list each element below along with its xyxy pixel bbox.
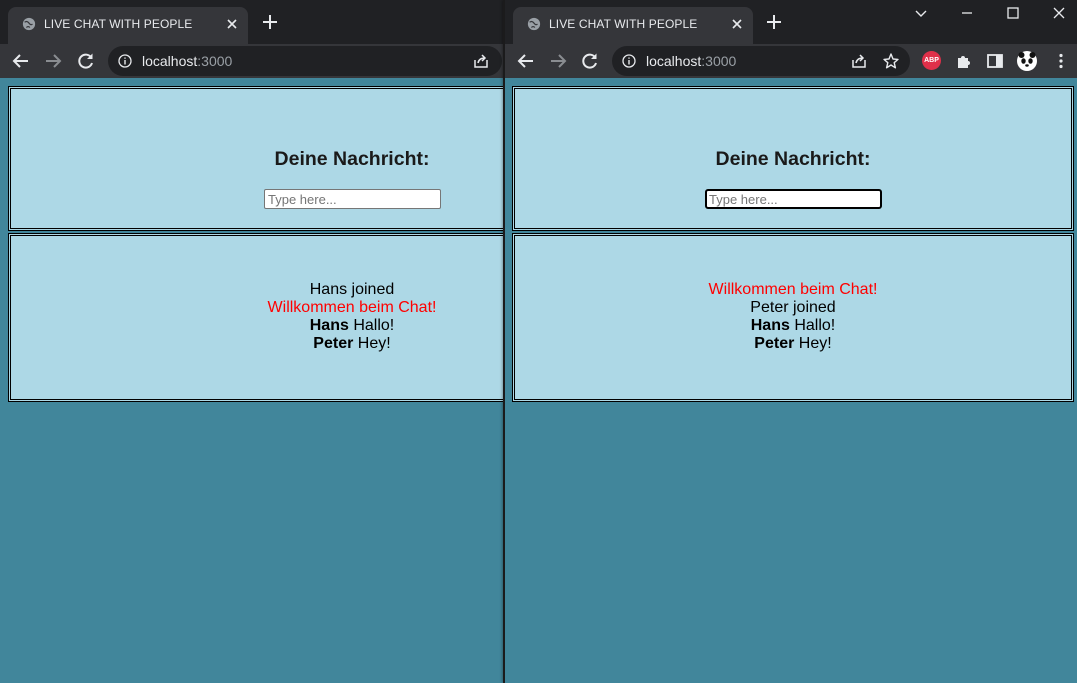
info-icon[interactable] [118, 54, 132, 68]
tab-strip: LIVE CHAT WITH PEOPLE [0, 0, 504, 44]
address-bar[interactable]: localhost:3000 [612, 46, 910, 76]
close-tab-icon[interactable] [224, 16, 240, 32]
new-tab-icon[interactable] [765, 13, 783, 31]
chat-message: Willkommen beim Chat! [643, 281, 943, 299]
chat-message: Peter Hey! [643, 335, 943, 353]
back-icon[interactable] [11, 51, 31, 71]
menu-more-icon[interactable] [1051, 51, 1071, 71]
globe-icon [22, 17, 36, 31]
message-text: Hallo! [794, 317, 836, 334]
chat-message: Hans joined [202, 281, 502, 299]
message-input[interactable] [264, 189, 441, 209]
message-text: Hey! [798, 335, 832, 352]
side-panel-icon[interactable] [985, 51, 1005, 71]
new-tab-icon[interactable] [261, 13, 279, 31]
messages-panel: Willkommen beim Chat! Peter joined Hans Ha… [512, 233, 1074, 402]
chat-message: Hans Hallo! [202, 317, 502, 335]
chat-message: Willkommen beim Chat! [202, 299, 502, 317]
input-panel: Deine Nachricht: [8, 86, 504, 231]
browser-window-left: LIVE CHAT WITH PEOPLE localhost:3000 Dei… [0, 0, 504, 683]
address-bar[interactable]: localhost:3000 [108, 46, 502, 76]
share-icon[interactable] [472, 52, 490, 70]
toolbar: localhost:3000 [0, 44, 504, 78]
forward-icon[interactable] [43, 51, 63, 71]
message-text: Willkommen beim Chat! [708, 281, 878, 298]
messages-panel: Hans joined Willkommen beim Chat! Hans Hal… [8, 233, 504, 402]
url-text: localhost:3000 [646, 53, 737, 69]
chat-message: Hans Hallo! [643, 317, 943, 335]
message-author: Peter [313, 335, 354, 352]
url-text: localhost:3000 [142, 53, 233, 69]
share-icon[interactable] [850, 52, 868, 70]
reload-icon[interactable] [580, 51, 600, 71]
minimize-icon[interactable] [958, 4, 976, 22]
globe-icon [527, 17, 541, 31]
message-text: Willkommen beim Chat! [267, 299, 437, 316]
adblock-extension-icon[interactable]: ABP [922, 51, 941, 70]
message-text: Hey! [357, 335, 391, 352]
tab-live-chat[interactable]: LIVE CHAT WITH PEOPLE [513, 7, 753, 44]
message-author: Peter [754, 335, 795, 352]
bookmark-star-icon[interactable] [882, 52, 900, 70]
close-tab-icon[interactable] [729, 16, 745, 32]
close-window-icon[interactable] [1050, 4, 1068, 22]
input-panel: Deine Nachricht: [512, 86, 1074, 231]
maximize-icon[interactable] [1004, 4, 1022, 22]
profile-avatar-icon[interactable] [1016, 50, 1038, 72]
tab-title: LIVE CHAT WITH PEOPLE [44, 17, 193, 31]
toolbar: localhost:3000 ABP [505, 44, 1077, 78]
info-icon[interactable] [622, 54, 636, 68]
forward-icon[interactable] [548, 51, 568, 71]
chat-message: Peter joined [643, 299, 943, 317]
browser-window-right: LIVE CHAT WITH PEOPLE localhost:3000 ABP… [505, 0, 1077, 683]
message-input[interactable] [705, 189, 882, 209]
message-list: Willkommen beim Chat! Peter joined Hans Ha… [643, 281, 943, 353]
tab-title: LIVE CHAT WITH PEOPLE [549, 17, 698, 31]
reload-icon[interactable] [76, 51, 96, 71]
tab-search-chevron-down-icon[interactable] [912, 4, 930, 22]
message-list: Hans joined Willkommen beim Chat! Hans Hal… [202, 281, 502, 353]
page-content: Deine Nachricht: Willkommen beim Chat!Pe… [505, 78, 1077, 683]
tab-live-chat[interactable]: LIVE CHAT WITH PEOPLE [8, 7, 248, 44]
form-heading: Deine Nachricht: [274, 148, 430, 170]
message-text: Hallo! [353, 317, 395, 334]
back-icon[interactable] [516, 51, 536, 71]
message-text: Peter joined [750, 299, 836, 316]
message-author: Hans [309, 317, 349, 334]
chat-message: Peter Hey! [202, 335, 502, 353]
tab-strip: LIVE CHAT WITH PEOPLE [505, 0, 1077, 44]
message-text: Hans joined [309, 281, 395, 298]
message-author: Hans [750, 317, 790, 334]
page-content: Deine Nachricht: Hans joinedWillkommen b… [0, 78, 504, 683]
form-heading: Deine Nachricht: [715, 148, 871, 170]
extensions-puzzle-icon[interactable] [954, 51, 974, 71]
